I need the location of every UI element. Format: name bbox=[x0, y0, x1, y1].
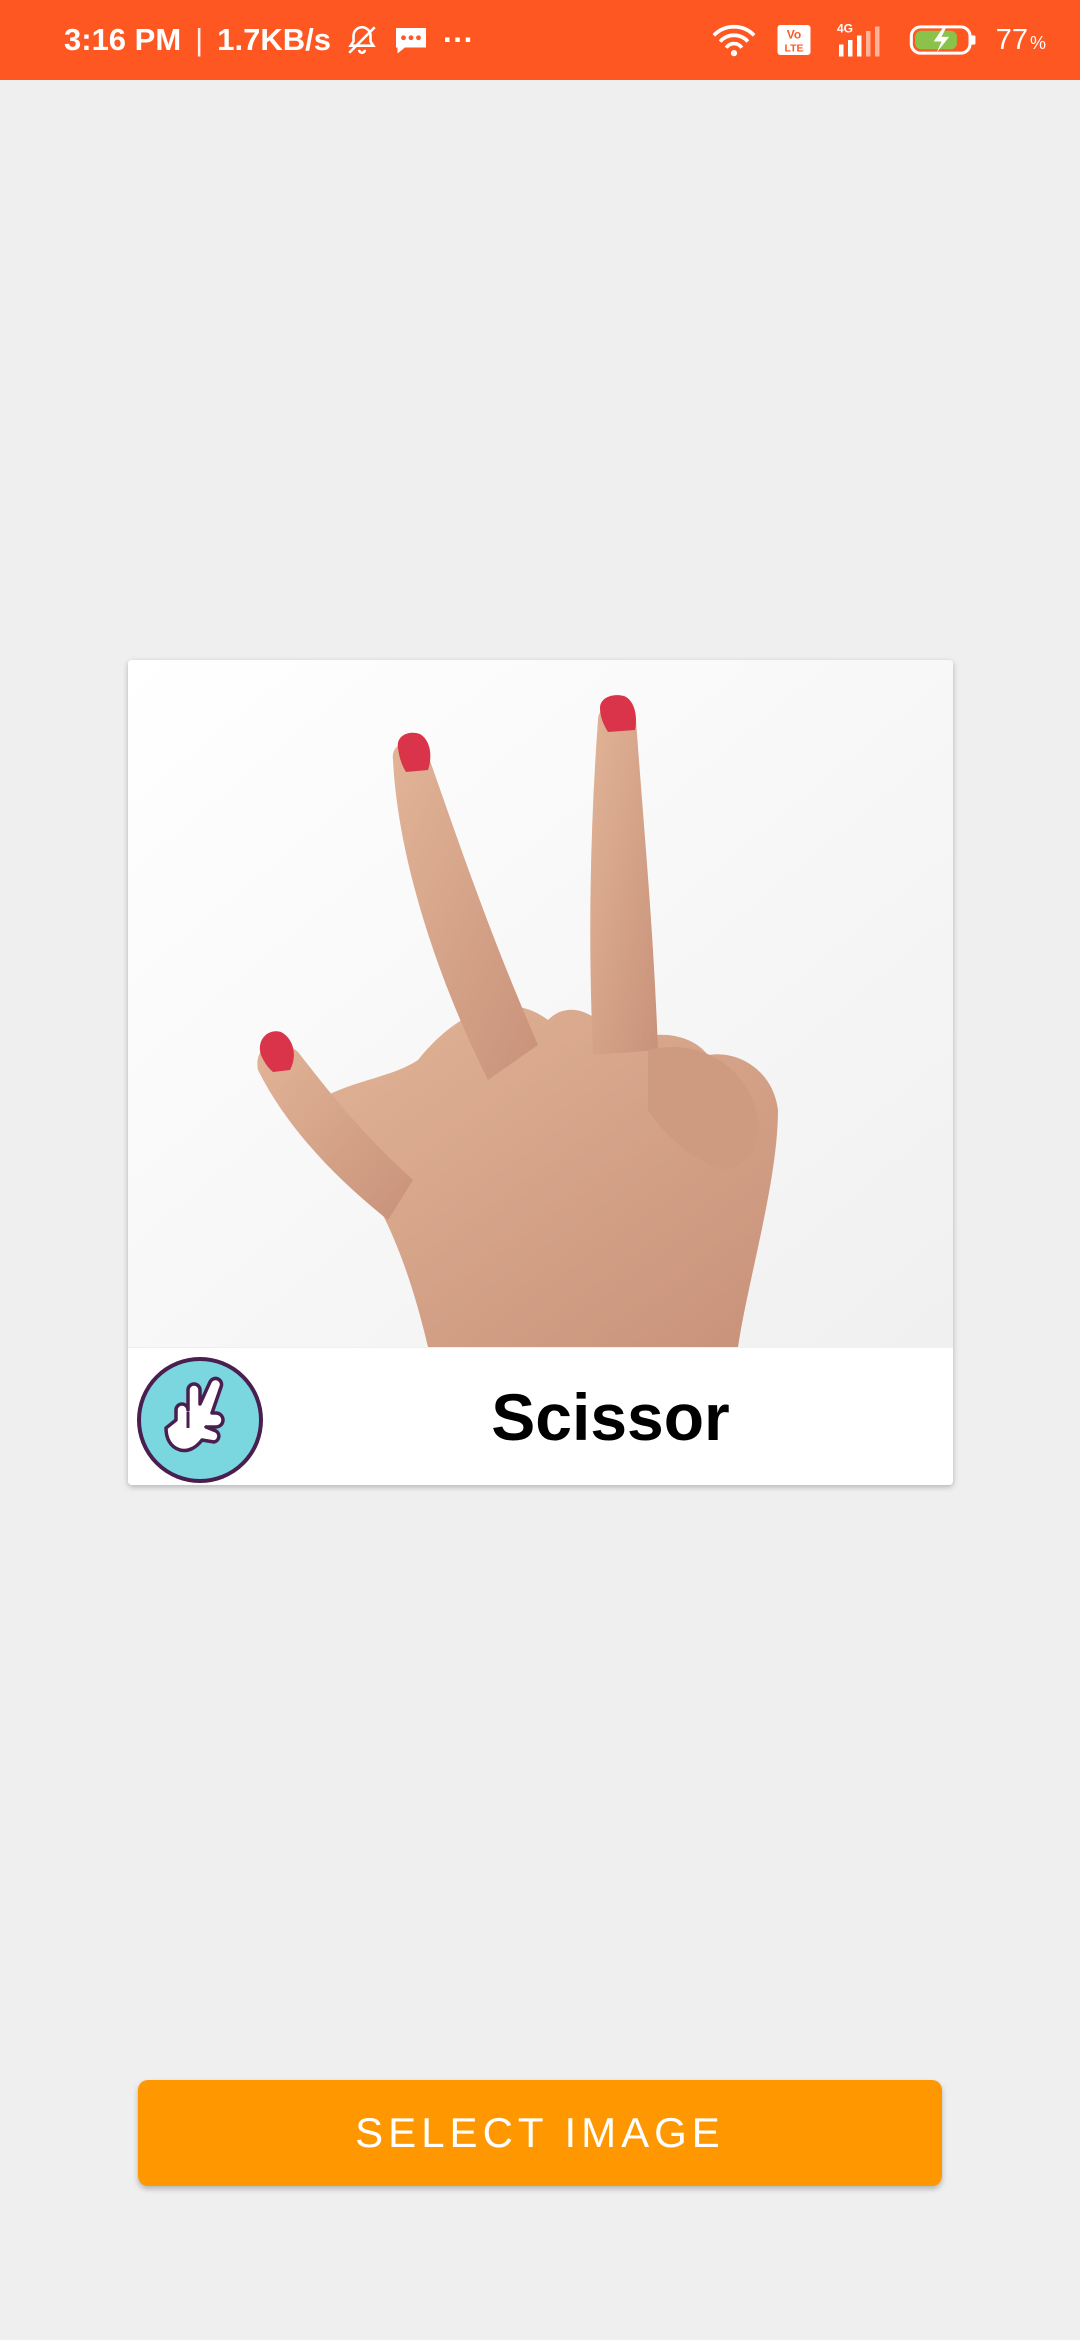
result-card: Scissor bbox=[128, 660, 953, 1485]
status-net-speed: 1.7KB/s bbox=[217, 22, 331, 57]
volte-icon: Vo LTE bbox=[776, 23, 812, 57]
battery-charging-icon bbox=[908, 23, 978, 57]
status-more: ··· bbox=[442, 22, 474, 57]
select-image-button[interactable]: SELECT IMAGE bbox=[138, 2080, 942, 2186]
result-caption: Scissor bbox=[128, 1347, 953, 1485]
battery-percent: 77% bbox=[995, 23, 1046, 56]
svg-text:LTE: LTE bbox=[784, 42, 803, 54]
status-left: 3:16 PM | 1.7KB/s ··· bbox=[64, 22, 474, 58]
status-right: Vo LTE 4G 77% bbox=[710, 20, 1046, 60]
svg-text:Vo: Vo bbox=[786, 28, 800, 42]
mute-bell-icon bbox=[345, 23, 379, 57]
hand-gesture-photo bbox=[128, 660, 953, 1347]
status-bar: 3:16 PM | 1.7KB/s ··· Vo LTE 4G 77% bbox=[0, 0, 1080, 80]
wifi-icon bbox=[710, 23, 758, 57]
status-time: 3:16 PM bbox=[64, 22, 182, 57]
message-icon bbox=[393, 23, 429, 57]
svg-text:4G: 4G bbox=[837, 22, 853, 36]
signal-icon: 4G bbox=[830, 20, 890, 60]
scissor-hand-icon bbox=[136, 1356, 264, 1484]
gesture-label: Scissor bbox=[491, 1380, 730, 1454]
status-separator: | bbox=[195, 22, 204, 57]
